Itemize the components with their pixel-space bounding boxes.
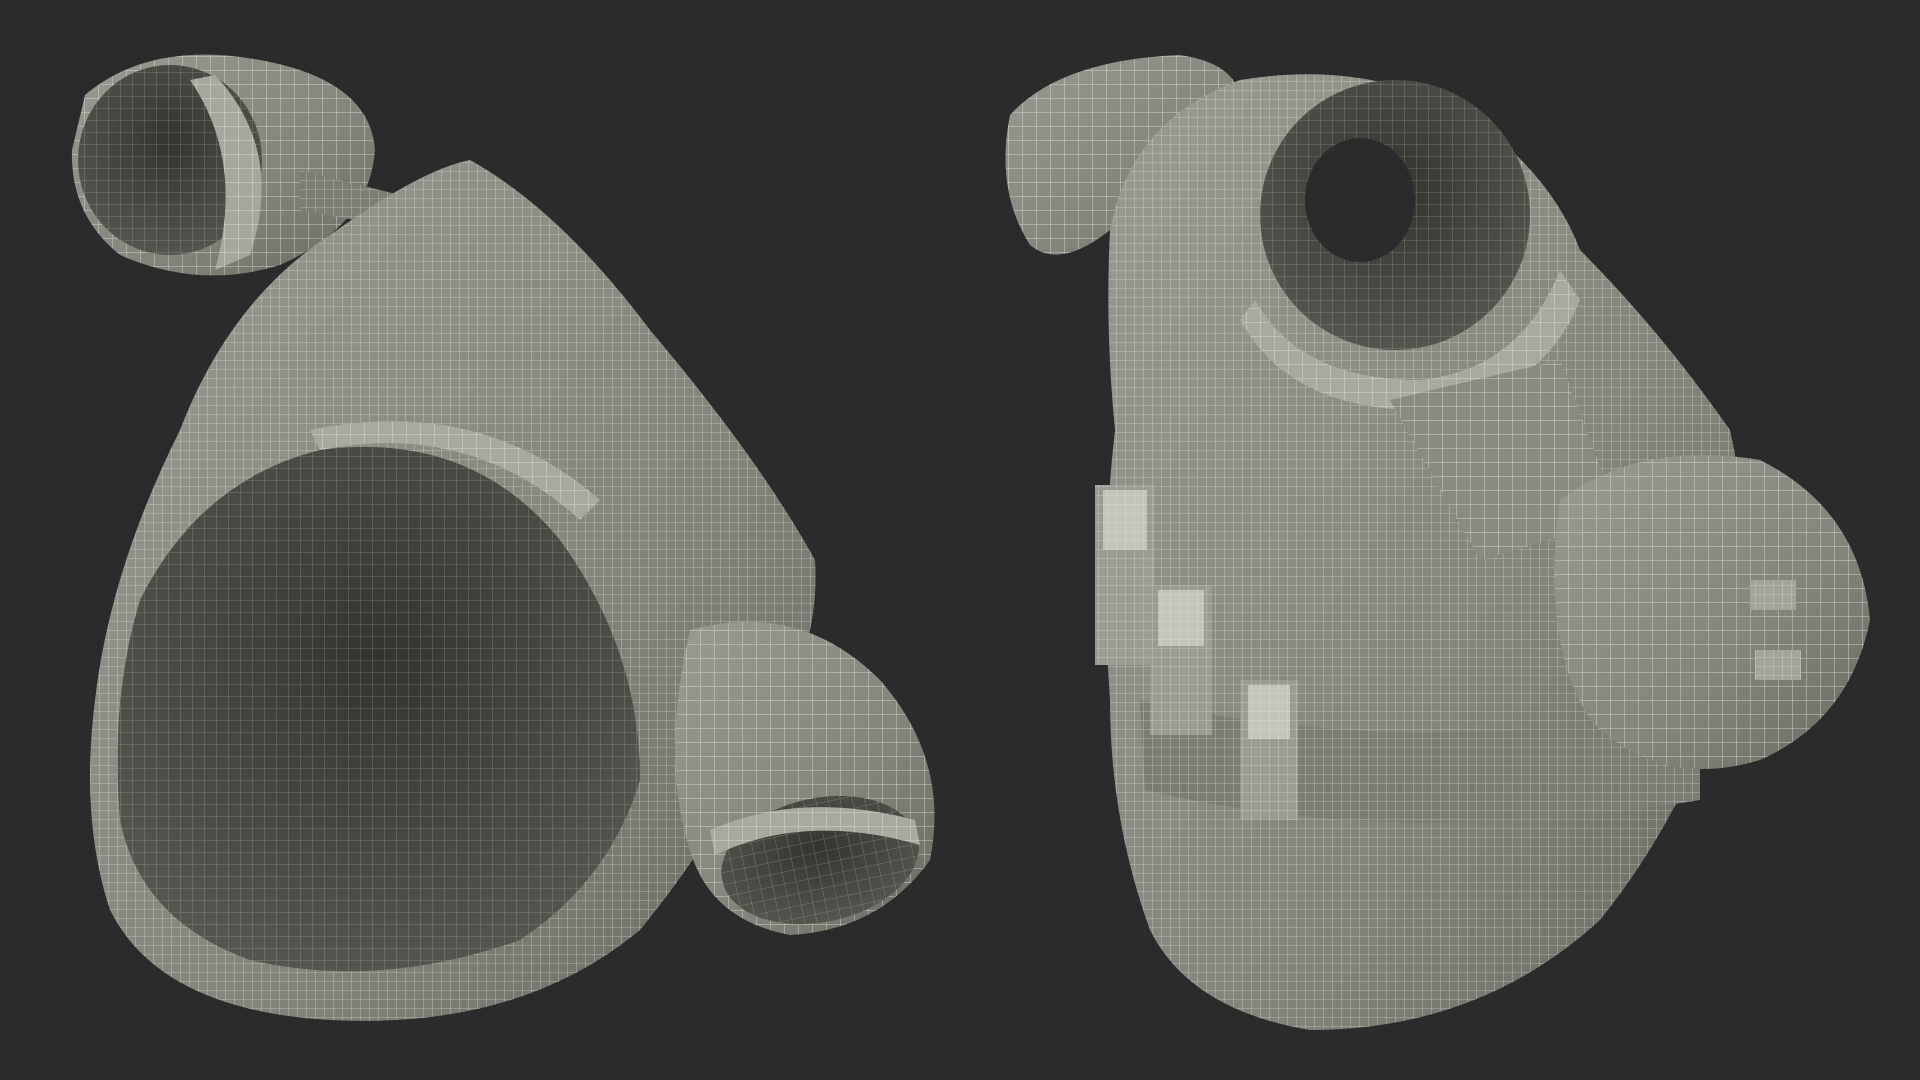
wireframe-render (71, 54, 1870, 1031)
vest-back-underside-view (71, 54, 935, 1021)
vest-front-three-quarter-view (1005, 55, 1870, 1031)
render-viewport (0, 0, 1920, 1080)
shoulder-cup-bottom (675, 621, 935, 935)
vest-body-left (90, 160, 816, 1021)
shoulder-pad-right (1554, 455, 1870, 769)
